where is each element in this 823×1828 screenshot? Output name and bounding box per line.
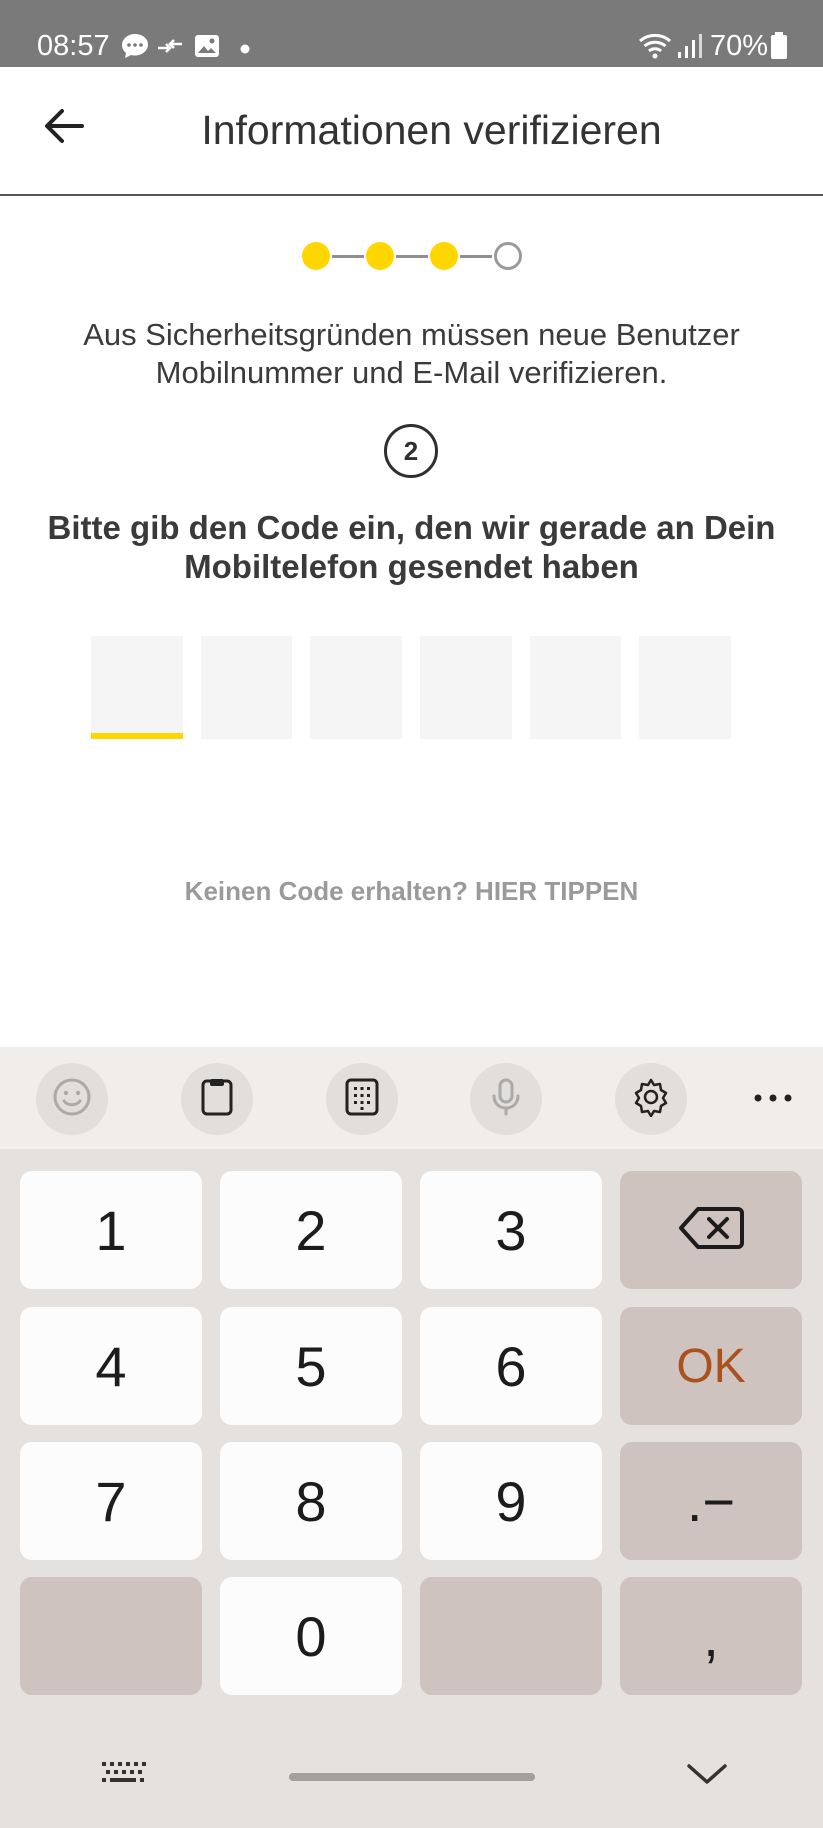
home-indicator[interactable]	[289, 1773, 535, 1781]
more-options-button[interactable]	[737, 1063, 809, 1135]
key-1[interactable]: 1	[20, 1171, 202, 1289]
key-3[interactable]: 3	[420, 1171, 602, 1289]
ok-key[interactable]: OK	[620, 1307, 802, 1425]
settings-icon	[631, 1077, 671, 1122]
keyboard-switch-button[interactable]	[100, 1758, 150, 1798]
emoji-button[interactable]	[36, 1063, 108, 1135]
code-digit-box[interactable]	[639, 636, 732, 739]
clipboard-button[interactable]	[181, 1063, 253, 1135]
step-number-badge: 2	[384, 424, 438, 478]
transfer-icon	[156, 34, 184, 63]
page-title: Informationen verifizieren	[201, 107, 662, 153]
step-connector	[395, 254, 428, 258]
keypad-button[interactable]	[326, 1063, 398, 1135]
wifi-icon	[638, 32, 672, 65]
resend-code-link[interactable]: Keinen Code erhalten? HIER TIPPEN	[0, 876, 823, 907]
dot-minus-key[interactable]: .−	[620, 1442, 802, 1560]
step-indicator-3	[429, 242, 458, 270]
chat-bubble-icon	[120, 32, 150, 65]
blank-key-left[interactable]	[20, 1577, 202, 1695]
keyboard-icon	[100, 1762, 146, 1792]
hide-keyboard-button[interactable]	[686, 1762, 730, 1792]
security-info-text: Aus Sicherheitsgründen müssen neue Benut…	[83, 317, 740, 390]
dot-icon	[240, 41, 250, 59]
key-7[interactable]: 7	[20, 1442, 202, 1560]
step-connector	[459, 254, 492, 258]
step-indicator-2	[365, 242, 394, 270]
battery-icon	[770, 32, 788, 65]
step-connector	[331, 254, 364, 258]
settings-button[interactable]	[615, 1063, 687, 1135]
status-time: 08:57	[37, 30, 110, 62]
step-indicator-1	[301, 242, 330, 270]
code-digit-box[interactable]	[420, 636, 512, 739]
battery-percent: 70%	[710, 30, 769, 62]
keyboard-toolbar	[0, 1047, 823, 1149]
clipboard-icon	[199, 1077, 235, 1122]
code-digit-box[interactable]	[91, 636, 183, 739]
emoji-icon	[52, 1077, 92, 1122]
back-button[interactable]	[32, 96, 96, 160]
app-header: Informationen verifizieren	[0, 67, 823, 196]
blank-key-right[interactable]	[420, 1577, 602, 1695]
gallery-icon	[193, 33, 221, 64]
arrow-left-icon	[44, 108, 84, 149]
code-digit-box[interactable]	[200, 636, 293, 739]
key-2[interactable]: 2	[220, 1171, 402, 1289]
backspace-key[interactable]	[620, 1171, 802, 1289]
chevron-down-icon	[686, 1764, 728, 1790]
microphone-button[interactable]	[470, 1063, 542, 1135]
signal-icon	[676, 32, 704, 65]
code-instruction: Bitte gib den Code ein, den wir gerade a…	[47, 509, 776, 585]
microphone-icon	[490, 1077, 522, 1122]
keypad-icon	[344, 1077, 380, 1122]
code-digit-box[interactable]	[310, 636, 403, 739]
key-4[interactable]: 4	[20, 1307, 202, 1425]
key-5[interactable]: 5	[220, 1307, 402, 1425]
key-6[interactable]: 6	[420, 1307, 602, 1425]
comma-key[interactable]: ,	[620, 1577, 802, 1695]
key-0[interactable]: 0	[220, 1577, 402, 1695]
verification-code-input[interactable]	[91, 636, 732, 739]
backspace-icon	[678, 1198, 744, 1263]
numeric-keyboard: 1 2 3 4 5 6 OK 7 8 9 .− 0 ,	[0, 1047, 823, 1828]
key-8[interactable]: 8	[220, 1442, 402, 1560]
step-indicator-4	[493, 242, 522, 270]
more-icon	[753, 1090, 793, 1108]
progress-stepper	[0, 238, 823, 274]
status-bar: 08:57 70%	[0, 0, 823, 67]
key-9[interactable]: 9	[420, 1442, 602, 1560]
code-digit-box[interactable]	[529, 636, 622, 739]
